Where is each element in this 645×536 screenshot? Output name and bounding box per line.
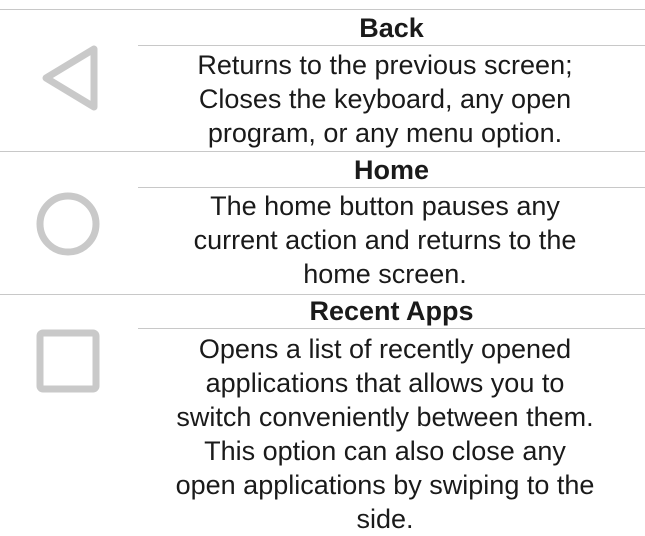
row-description: Returns to the previous screen; Closes t…: [197, 50, 573, 148]
recent-apps-square-icon: [36, 329, 100, 393]
icon-cell: [0, 9, 138, 151]
title-underline: [138, 45, 645, 46]
row-description: The home button pauses any current actio…: [193, 191, 577, 289]
row-title: Back: [359, 13, 424, 43]
table-row-home: Home The home button pauses any current …: [0, 151, 645, 294]
title-underline: [138, 187, 645, 188]
icon-cell: [0, 151, 138, 294]
table-row-back: Back Returns to the previous screen; Clo…: [0, 9, 645, 151]
row-title: Home: [353, 155, 429, 185]
back-triangle-icon: [42, 45, 98, 111]
home-circle-icon: [36, 192, 100, 256]
row-title: Recent Apps: [309, 296, 474, 326]
nav-buttons-table: Back Returns to the previous screen; Clo…: [0, 0, 645, 535]
title-underline: [138, 328, 645, 329]
table-row-recent-apps: Recent Apps Opens a list of recently ope…: [0, 294, 645, 535]
row-description: Opens a list of recently opened applicat…: [175, 334, 595, 534]
icon-cell: [0, 294, 138, 535]
